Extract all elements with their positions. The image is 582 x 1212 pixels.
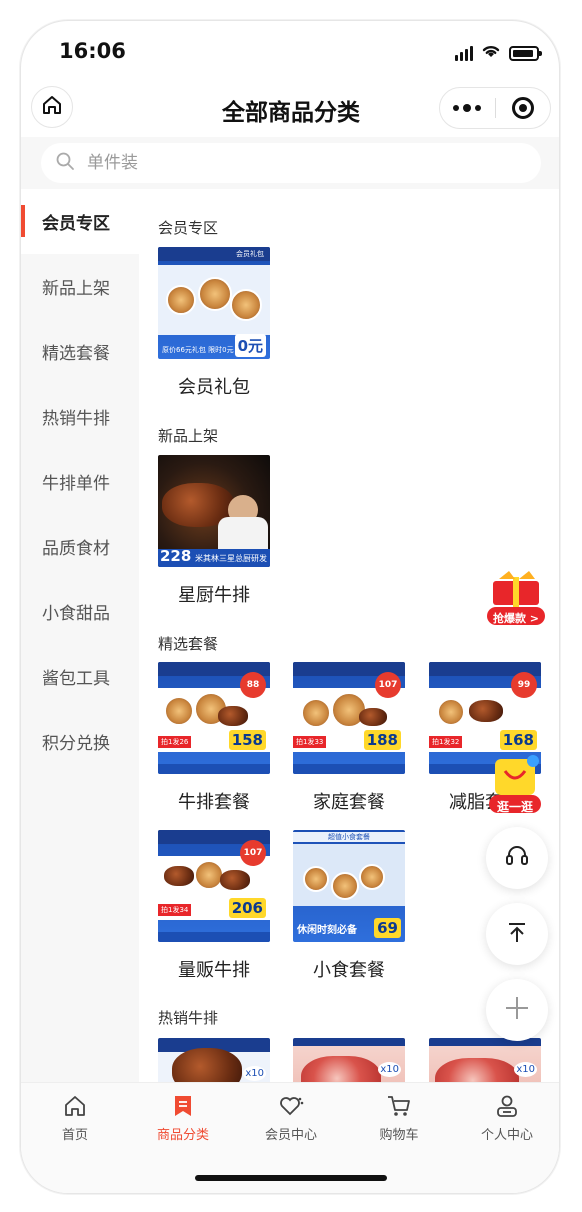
sidebar-item-label: 精选套餐 xyxy=(42,344,110,364)
tab-label: 商品分类 xyxy=(156,1128,209,1143)
sidebar-item-snacks-desserts[interactable]: 小食甜品 xyxy=(21,579,139,644)
search-bar xyxy=(21,137,559,189)
headset-icon xyxy=(504,843,530,873)
search-icon xyxy=(55,151,75,175)
tab-home[interactable]: 首页 xyxy=(21,1093,129,1143)
phone-frame: 16:06 全部商品分类 单件装 会员专区 新品上架 精选套餐 热销牛排 牛排单… xyxy=(20,20,560,1194)
status-time: 16:06 xyxy=(59,39,126,63)
product-name: 星厨牛排 xyxy=(178,585,250,606)
back-to-top-button[interactable] xyxy=(486,903,548,965)
home-indicator xyxy=(195,1175,387,1181)
close-button[interactable] xyxy=(495,97,550,119)
sidebar-item-label: 积分兑换 xyxy=(42,734,110,754)
browse-label: 逛一逛 xyxy=(496,800,533,814)
product-image: 会员礼包 原价66元礼包 限时0元 0元 xyxy=(158,247,270,359)
sidebar-item-label: 热销牛排 xyxy=(42,409,110,429)
browse-float[interactable]: 逛一逛 xyxy=(487,751,543,815)
signal-icon xyxy=(455,45,473,61)
sidebar-item-hot-steaks[interactable]: 热销牛排 xyxy=(21,384,139,449)
bookmark-icon xyxy=(129,1093,237,1119)
product-image: x10 xyxy=(429,1038,541,1082)
status-icons xyxy=(455,43,542,63)
tab-member-center[interactable]: 会员中心 xyxy=(237,1093,345,1143)
sidebar-item-member-zone[interactable]: 会员专区 xyxy=(21,189,139,254)
sidebar-item-label: 牛排单件 xyxy=(42,474,110,494)
search-box[interactable] xyxy=(41,143,541,183)
product-name: 小食套餐 xyxy=(313,960,385,981)
customer-service-button[interactable] xyxy=(486,827,548,889)
product-card[interactable]: 228 米其林三星总厨研发 星厨牛排 xyxy=(158,455,276,607)
tab-label: 会员中心 xyxy=(264,1128,317,1143)
product-name: 量贩牛排 xyxy=(178,960,250,981)
sidebar-item-label: 品质食材 xyxy=(42,539,110,559)
section-title: 新品上架 xyxy=(158,427,219,445)
sidebar-item-sauces-tools[interactable]: 酱包工具 xyxy=(21,644,139,709)
sidebar-item-label: 小食甜品 xyxy=(42,604,110,624)
sidebar-item-points-exchange[interactable]: 积分兑换 xyxy=(21,709,139,774)
hot-deals-label: 抢爆款 > xyxy=(492,612,540,625)
tab-label: 个人中心 xyxy=(480,1128,533,1143)
product-image: 88 拍1发26 158 xyxy=(158,662,270,774)
product-image: 228 米其林三星总厨研发 xyxy=(158,455,270,567)
product-card[interactable]: x10 xyxy=(158,1038,276,1082)
section-title: 精选套餐 xyxy=(158,635,219,653)
sidebar-item-single-steaks[interactable]: 牛排单件 xyxy=(21,449,139,514)
product-card[interactable]: 超值小食套餐 休闲时刻必备 69 小食套餐 xyxy=(293,830,411,982)
arrow-up-icon xyxy=(505,920,529,948)
section-title: 会员专区 xyxy=(158,219,219,237)
product-name: 会员礼包 xyxy=(178,377,250,398)
sidebar-item-set-meals[interactable]: 精选套餐 xyxy=(21,319,139,384)
product-card[interactable]: 88 拍1发26 158 牛排套餐 xyxy=(158,662,276,814)
wifi-icon xyxy=(481,43,501,63)
sidebar-item-new-arrivals[interactable]: 新品上架 xyxy=(21,254,139,319)
bottom-tab-bar: 首页 商品分类 会员中心 购物车 个人中心 xyxy=(21,1082,559,1193)
section-title: 热销牛排 xyxy=(158,1009,219,1027)
product-card[interactable]: x10 xyxy=(293,1038,411,1082)
product-image: x10 xyxy=(158,1038,270,1082)
nav-bar: 全部商品分类 xyxy=(21,83,559,137)
tab-label: 首页 xyxy=(61,1128,88,1143)
sidebar-item-label: 新品上架 xyxy=(42,279,110,299)
search-input[interactable] xyxy=(87,153,487,173)
home-icon xyxy=(21,1093,129,1119)
more-button[interactable] xyxy=(440,103,495,112)
status-bar: 16:06 xyxy=(21,21,559,83)
cart-icon xyxy=(345,1093,453,1119)
product-card[interactable]: x10 xyxy=(429,1038,547,1082)
product-name: 家庭套餐 xyxy=(313,792,385,813)
category-sidebar: 会员专区 新品上架 精选套餐 热销牛排 牛排单件 品质食材 小食甜品 酱包工具 … xyxy=(21,189,139,1082)
product-image: 107 拍1发33 188 xyxy=(293,662,405,774)
sidebar-item-label: 酱包工具 xyxy=(42,669,110,689)
sidebar-item-quality-ingredients[interactable]: 品质食材 xyxy=(21,514,139,579)
hot-deals-float[interactable]: 抢爆款 > xyxy=(485,569,547,629)
product-card[interactable]: 107 拍1发33 188 家庭套餐 xyxy=(293,662,411,814)
battery-icon xyxy=(509,45,542,61)
target-icon xyxy=(511,97,534,119)
product-image: 超值小食套餐 休闲时刻必备 69 xyxy=(293,830,405,942)
product-name: 牛排套餐 xyxy=(178,792,250,813)
tab-categories[interactable]: 商品分类 xyxy=(129,1093,237,1143)
sidebar-item-label: 会员专区 xyxy=(42,214,110,234)
heart-icon xyxy=(237,1093,345,1119)
user-icon xyxy=(453,1093,559,1119)
product-image: 107 拍1发34 206 xyxy=(158,830,270,942)
expand-button[interactable] xyxy=(486,979,548,1041)
product-card[interactable]: 会员礼包 原价66元礼包 限时0元 0元 会员礼包 xyxy=(158,247,276,399)
tab-profile[interactable]: 个人中心 xyxy=(453,1093,559,1143)
product-image: x10 xyxy=(293,1038,405,1082)
mini-program-capsule xyxy=(439,87,551,129)
tab-cart[interactable]: 购物车 xyxy=(345,1093,453,1143)
tab-label: 购物车 xyxy=(379,1128,419,1143)
plus-icon xyxy=(504,995,530,1025)
product-card[interactable]: 107 拍1发34 206 量贩牛排 xyxy=(158,830,276,982)
